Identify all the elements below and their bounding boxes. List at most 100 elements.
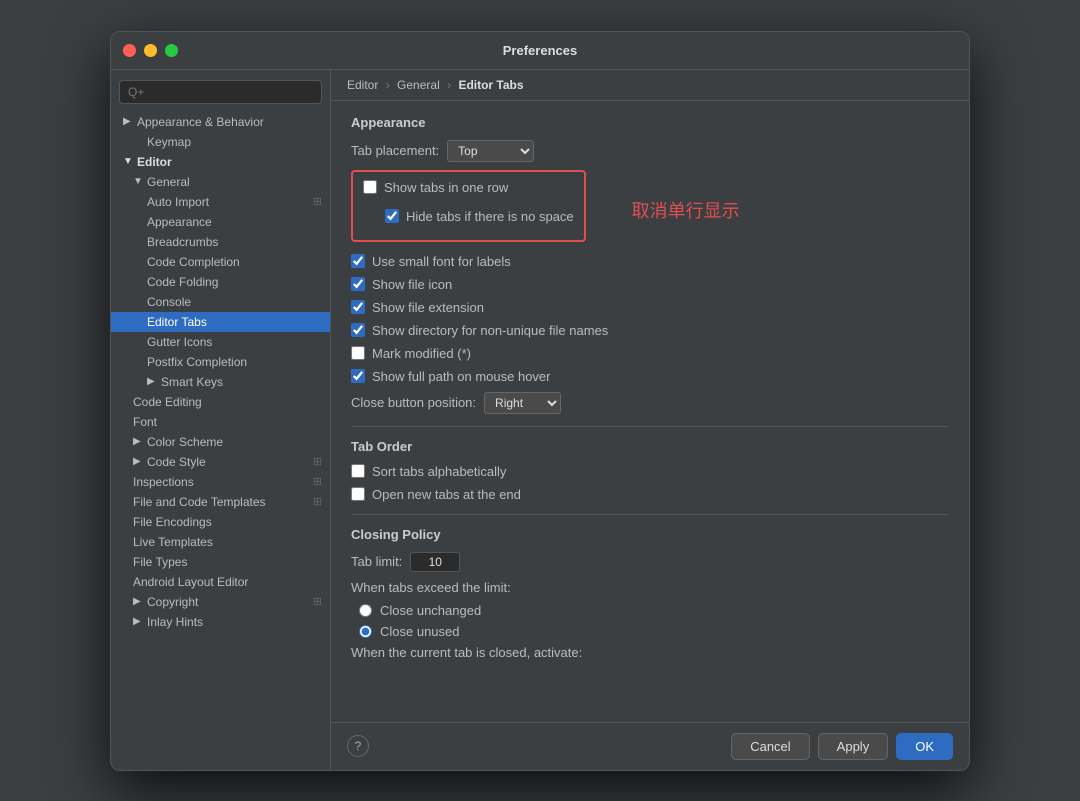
mark-modified-row: Mark modified (*): [351, 346, 949, 361]
arrow-icon: ▶: [147, 376, 157, 387]
sidebar-item-color-scheme[interactable]: ▶ Color Scheme: [111, 432, 330, 452]
arrow-icon: ▼: [123, 156, 133, 167]
minimize-button[interactable]: [144, 44, 157, 57]
show-directory-checkbox[interactable]: [351, 323, 365, 337]
show-file-icon-label: Show file icon: [372, 277, 452, 292]
main-content: ▶ Appearance & Behavior Keymap ▼ Editor …: [111, 70, 969, 770]
sidebar-item-code-completion[interactable]: Code Completion: [111, 252, 330, 272]
breadcrumb-sep2: ›: [447, 78, 451, 92]
close-unchanged-radio[interactable]: [359, 604, 372, 617]
mark-modified-checkbox[interactable]: [351, 346, 365, 360]
sidebar-item-file-code-templates[interactable]: File and Code Templates ⊞: [111, 492, 330, 512]
sort-alphabetically-checkbox[interactable]: [351, 464, 365, 478]
hide-tabs-no-space-label: Hide tabs if there is no space: [406, 209, 574, 224]
sidebar-item-file-types[interactable]: File Types: [111, 552, 330, 572]
tab-limit-label: Tab limit:: [351, 554, 402, 569]
sidebar-item-label: Appearance: [147, 215, 212, 229]
cancel-button[interactable]: Cancel: [731, 733, 809, 760]
sidebar-item-label: Copyright: [147, 595, 198, 609]
close-unused-row: Close unused: [351, 624, 949, 639]
arrow-icon: ▶: [133, 596, 143, 607]
show-tabs-row: Show tabs in one row: [363, 180, 574, 195]
sidebar-item-inspections[interactable]: Inspections ⊞: [111, 472, 330, 492]
sidebar-item-label: Code Completion: [147, 255, 240, 269]
breadcrumb-sep1: ›: [386, 78, 390, 92]
sidebar-item-copyright[interactable]: ▶ Copyright ⊞: [111, 592, 330, 612]
search-input[interactable]: [119, 80, 322, 104]
sidebar-item-general[interactable]: ▼ General: [111, 172, 330, 192]
sidebar-item-code-folding[interactable]: Code Folding: [111, 272, 330, 292]
sidebar-item-postfix-completion[interactable]: Postfix Completion: [111, 352, 330, 372]
use-small-font-label: Use small font for labels: [372, 254, 511, 269]
highlight-box: Show tabs in one row Hide tabs if there …: [351, 170, 586, 242]
close-unused-label: Close unused: [380, 624, 460, 639]
sidebar-item-console[interactable]: Console: [111, 292, 330, 312]
apply-button[interactable]: Apply: [818, 733, 889, 760]
sidebar-item-code-editing[interactable]: Code Editing: [111, 392, 330, 412]
tab-placement-label: Tab placement:: [351, 143, 439, 158]
sidebar-item-label: File and Code Templates: [133, 495, 266, 509]
tab-limit-input[interactable]: [410, 552, 460, 572]
sidebar-item-appearance[interactable]: Appearance: [111, 212, 330, 232]
sidebar-item-label: Appearance & Behavior: [137, 115, 264, 129]
open-new-end-label: Open new tabs at the end: [372, 487, 521, 502]
tab-placement-row: Tab placement: Top Bottom Left Right Non…: [351, 140, 949, 162]
sidebar-item-android-layout-editor[interactable]: Android Layout Editor: [111, 572, 330, 592]
sidebar-item-gutter-icons[interactable]: Gutter Icons: [111, 332, 330, 352]
sidebar-item-editor-tabs[interactable]: Editor Tabs: [111, 312, 330, 332]
show-file-icon-checkbox[interactable]: [351, 277, 365, 291]
appearance-section-label: Appearance: [351, 115, 949, 130]
footer: ? Cancel Apply OK: [331, 722, 969, 770]
sidebar-item-label: Editor Tabs: [147, 315, 207, 329]
use-small-font-row: Use small font for labels: [351, 254, 949, 269]
maximize-button[interactable]: [165, 44, 178, 57]
sidebar-item-label: Live Templates: [133, 535, 213, 549]
sidebar-item-breadcrumbs[interactable]: Breadcrumbs: [111, 232, 330, 252]
close-button-dropdown[interactable]: Right Left None: [484, 392, 561, 414]
show-full-path-row: Show full path on mouse hover: [351, 369, 949, 384]
window-controls: [123, 44, 178, 57]
sidebar-item-live-templates[interactable]: Live Templates: [111, 532, 330, 552]
show-tabs-one-row-checkbox[interactable]: [363, 180, 377, 194]
footer-left: ?: [347, 735, 369, 757]
close-button-label: Close button position:: [351, 395, 476, 410]
ok-button[interactable]: OK: [896, 733, 953, 760]
close-button[interactable]: [123, 44, 136, 57]
title-bar: Preferences: [111, 32, 969, 70]
close-unused-radio[interactable]: [359, 625, 372, 638]
sidebar-item-label: Gutter Icons: [147, 335, 212, 349]
close-unchanged-row: Close unchanged: [351, 603, 949, 618]
sidebar-item-label: Editor: [137, 155, 172, 169]
help-button[interactable]: ?: [347, 735, 369, 757]
sidebar-item-editor[interactable]: ▼ Editor: [111, 152, 330, 172]
breadcrumb-part1: Editor: [347, 78, 378, 92]
sidebar-item-keymap[interactable]: Keymap: [111, 132, 330, 152]
breadcrumb-part2: General: [397, 78, 440, 92]
hide-tabs-no-space-checkbox[interactable]: [385, 209, 399, 223]
close-unchanged-label: Close unchanged: [380, 603, 481, 618]
sidebar-item-label: Color Scheme: [147, 435, 223, 449]
show-file-extension-checkbox[interactable]: [351, 300, 365, 314]
sidebar-item-label: Code Folding: [147, 275, 218, 289]
sidebar-item-label: Inlay Hints: [147, 615, 203, 629]
tab-placement-dropdown[interactable]: Top Bottom Left Right None: [447, 140, 534, 162]
sidebar-item-smart-keys[interactable]: ▶ Smart Keys: [111, 372, 330, 392]
copy-icon: ⊞: [313, 595, 322, 608]
use-small-font-checkbox[interactable]: [351, 254, 365, 268]
sidebar-item-font[interactable]: Font: [111, 412, 330, 432]
sidebar-item-code-style[interactable]: ▶ Code Style ⊞: [111, 452, 330, 472]
sidebar-item-auto-import[interactable]: Auto Import ⊞: [111, 192, 330, 212]
arrow-icon: ▶: [133, 436, 143, 447]
show-full-path-checkbox[interactable]: [351, 369, 365, 383]
mark-modified-label: Mark modified (*): [372, 346, 471, 361]
sort-alphabetically-label: Sort tabs alphabetically: [372, 464, 506, 479]
sidebar-item-appearance-behavior[interactable]: ▶ Appearance & Behavior: [111, 112, 330, 132]
arrow-icon: ▶: [133, 456, 143, 467]
close-button-row: Close button position: Right Left None: [351, 392, 949, 414]
hide-tabs-row: Hide tabs if there is no space: [363, 209, 574, 224]
show-file-extension-row: Show file extension: [351, 300, 949, 315]
sort-alphabetically-row: Sort tabs alphabetically: [351, 464, 949, 479]
sidebar-item-inlay-hints[interactable]: ▶ Inlay Hints: [111, 612, 330, 632]
open-new-end-checkbox[interactable]: [351, 487, 365, 501]
sidebar-item-file-encodings[interactable]: File Encodings: [111, 512, 330, 532]
